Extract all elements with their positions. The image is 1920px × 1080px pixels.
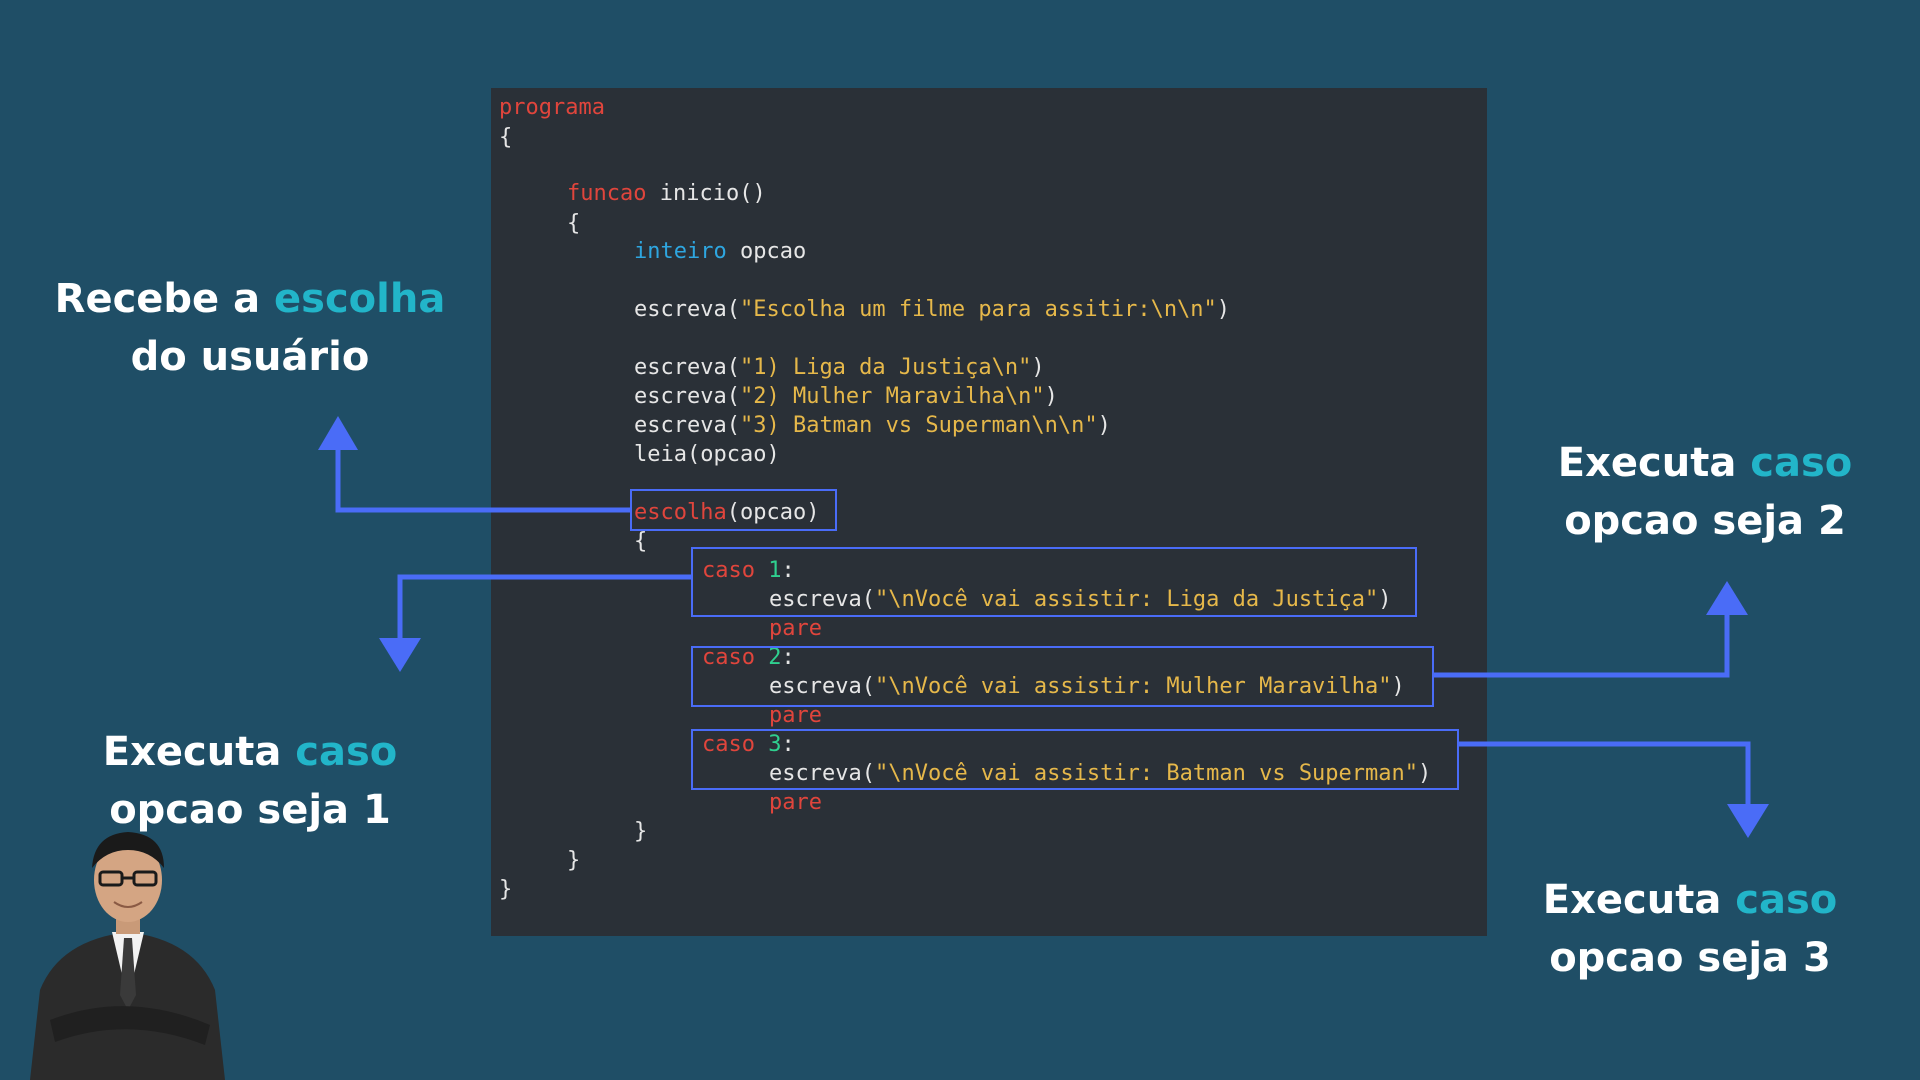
label-caso-2: Executa caso opcao seja 2 <box>1510 434 1900 550</box>
label-caso-1-line1: Executa caso <box>60 723 440 781</box>
label-caso-2-line1: Executa caso <box>1510 434 1900 492</box>
label-caso-3-line2: opcao seja 3 <box>1549 935 1831 981</box>
label-caso-3-line1: Executa caso <box>1495 871 1885 929</box>
label-caso-2-line2: opcao seja 2 <box>1564 498 1846 544</box>
label-accent: caso <box>295 729 398 775</box>
label-escolha-line1: Recebe a escolha <box>40 270 460 328</box>
label-text: Executa <box>102 729 296 775</box>
arrow-icon <box>1459 741 1769 838</box>
arrow-icon <box>1434 581 1748 678</box>
label-accent: caso <box>1750 440 1853 486</box>
arrow-icon <box>318 416 630 513</box>
label-text: Recebe a <box>54 276 275 322</box>
label-text: Executa <box>1542 877 1736 923</box>
label-accent: escolha <box>274 276 446 322</box>
label-accent: caso <box>1735 877 1838 923</box>
arrow-icon <box>379 574 691 672</box>
label-escolha-line2: do usuário <box>130 334 370 380</box>
label-escolha: Recebe a escolha do usuário <box>40 270 460 386</box>
label-caso-3: Executa caso opcao seja 3 <box>1495 871 1885 987</box>
label-text: Executa <box>1557 440 1751 486</box>
presenter-photo <box>30 832 225 1080</box>
